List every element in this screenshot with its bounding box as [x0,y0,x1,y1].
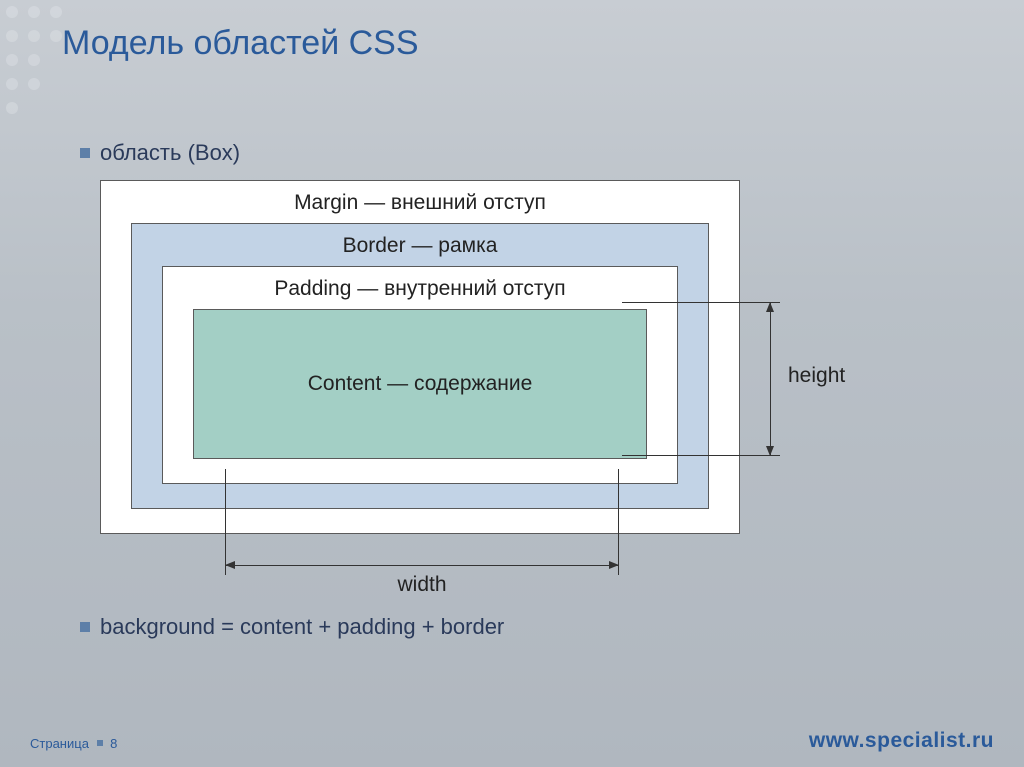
border-label: Border — рамка [162,230,678,266]
bullet-background-eq: background = content + padding + border [80,614,504,640]
footer-page-word: Страница [30,736,89,751]
slide-title: Модель областей CSS [62,24,419,63]
bullet-icon [80,148,90,158]
bullet-text: область (Box) [100,140,240,165]
content-layer: Content — содержание [193,309,647,459]
border-layer: Border — рамка Padding — внутренний отст… [131,223,709,509]
width-dimension: width [225,555,619,595]
footer-separator-icon [97,740,103,746]
content-label: Content — содержание [308,372,533,396]
footer-site: www.specialist.ru [809,729,994,753]
footer-page: Страница 8 [30,736,117,751]
padding-layer: Padding — внутренний отступ Content — со… [162,266,678,484]
height-dimension: height [760,302,880,456]
bullet-icon [80,622,90,632]
footer-page-number: 8 [110,736,117,751]
bullet-text: background = content + padding + border [100,614,504,639]
height-label: height [788,364,845,388]
bullet-box-region: область (Box) [80,140,240,166]
box-model-diagram: Margin — внешний отступ Border — рамка P… [100,180,740,534]
width-label: width [225,573,619,597]
margin-layer: Margin — внешний отступ Border — рамка P… [100,180,740,534]
padding-label: Padding — внутренний отступ [193,273,647,309]
margin-label: Margin — внешний отступ [131,187,709,223]
